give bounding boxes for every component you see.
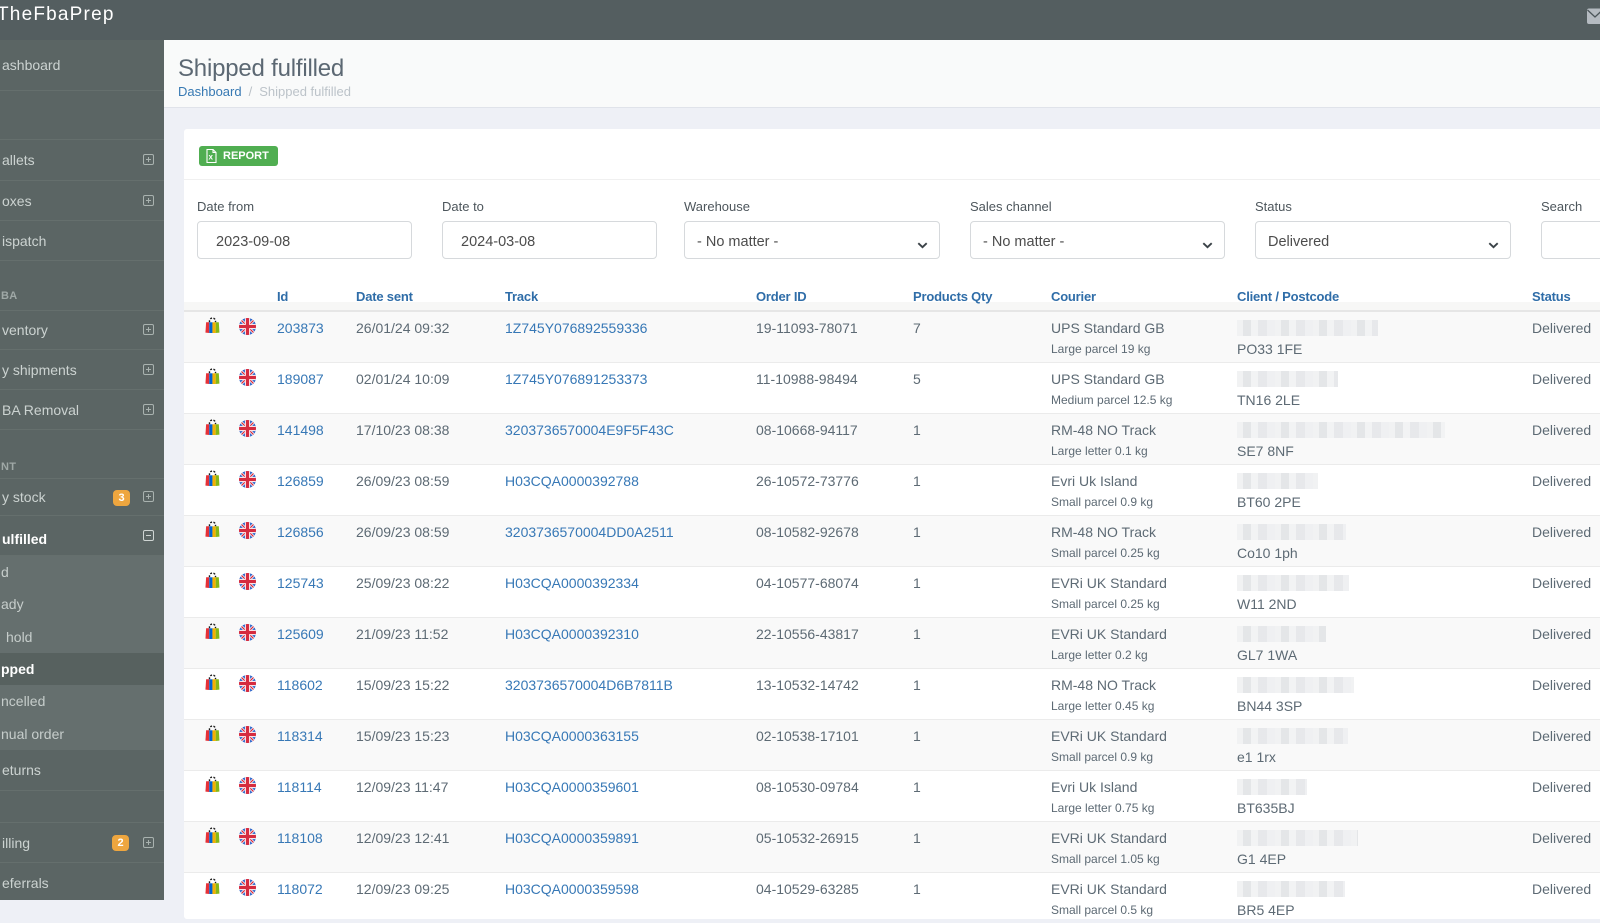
svg-text:x: x (209, 153, 214, 162)
